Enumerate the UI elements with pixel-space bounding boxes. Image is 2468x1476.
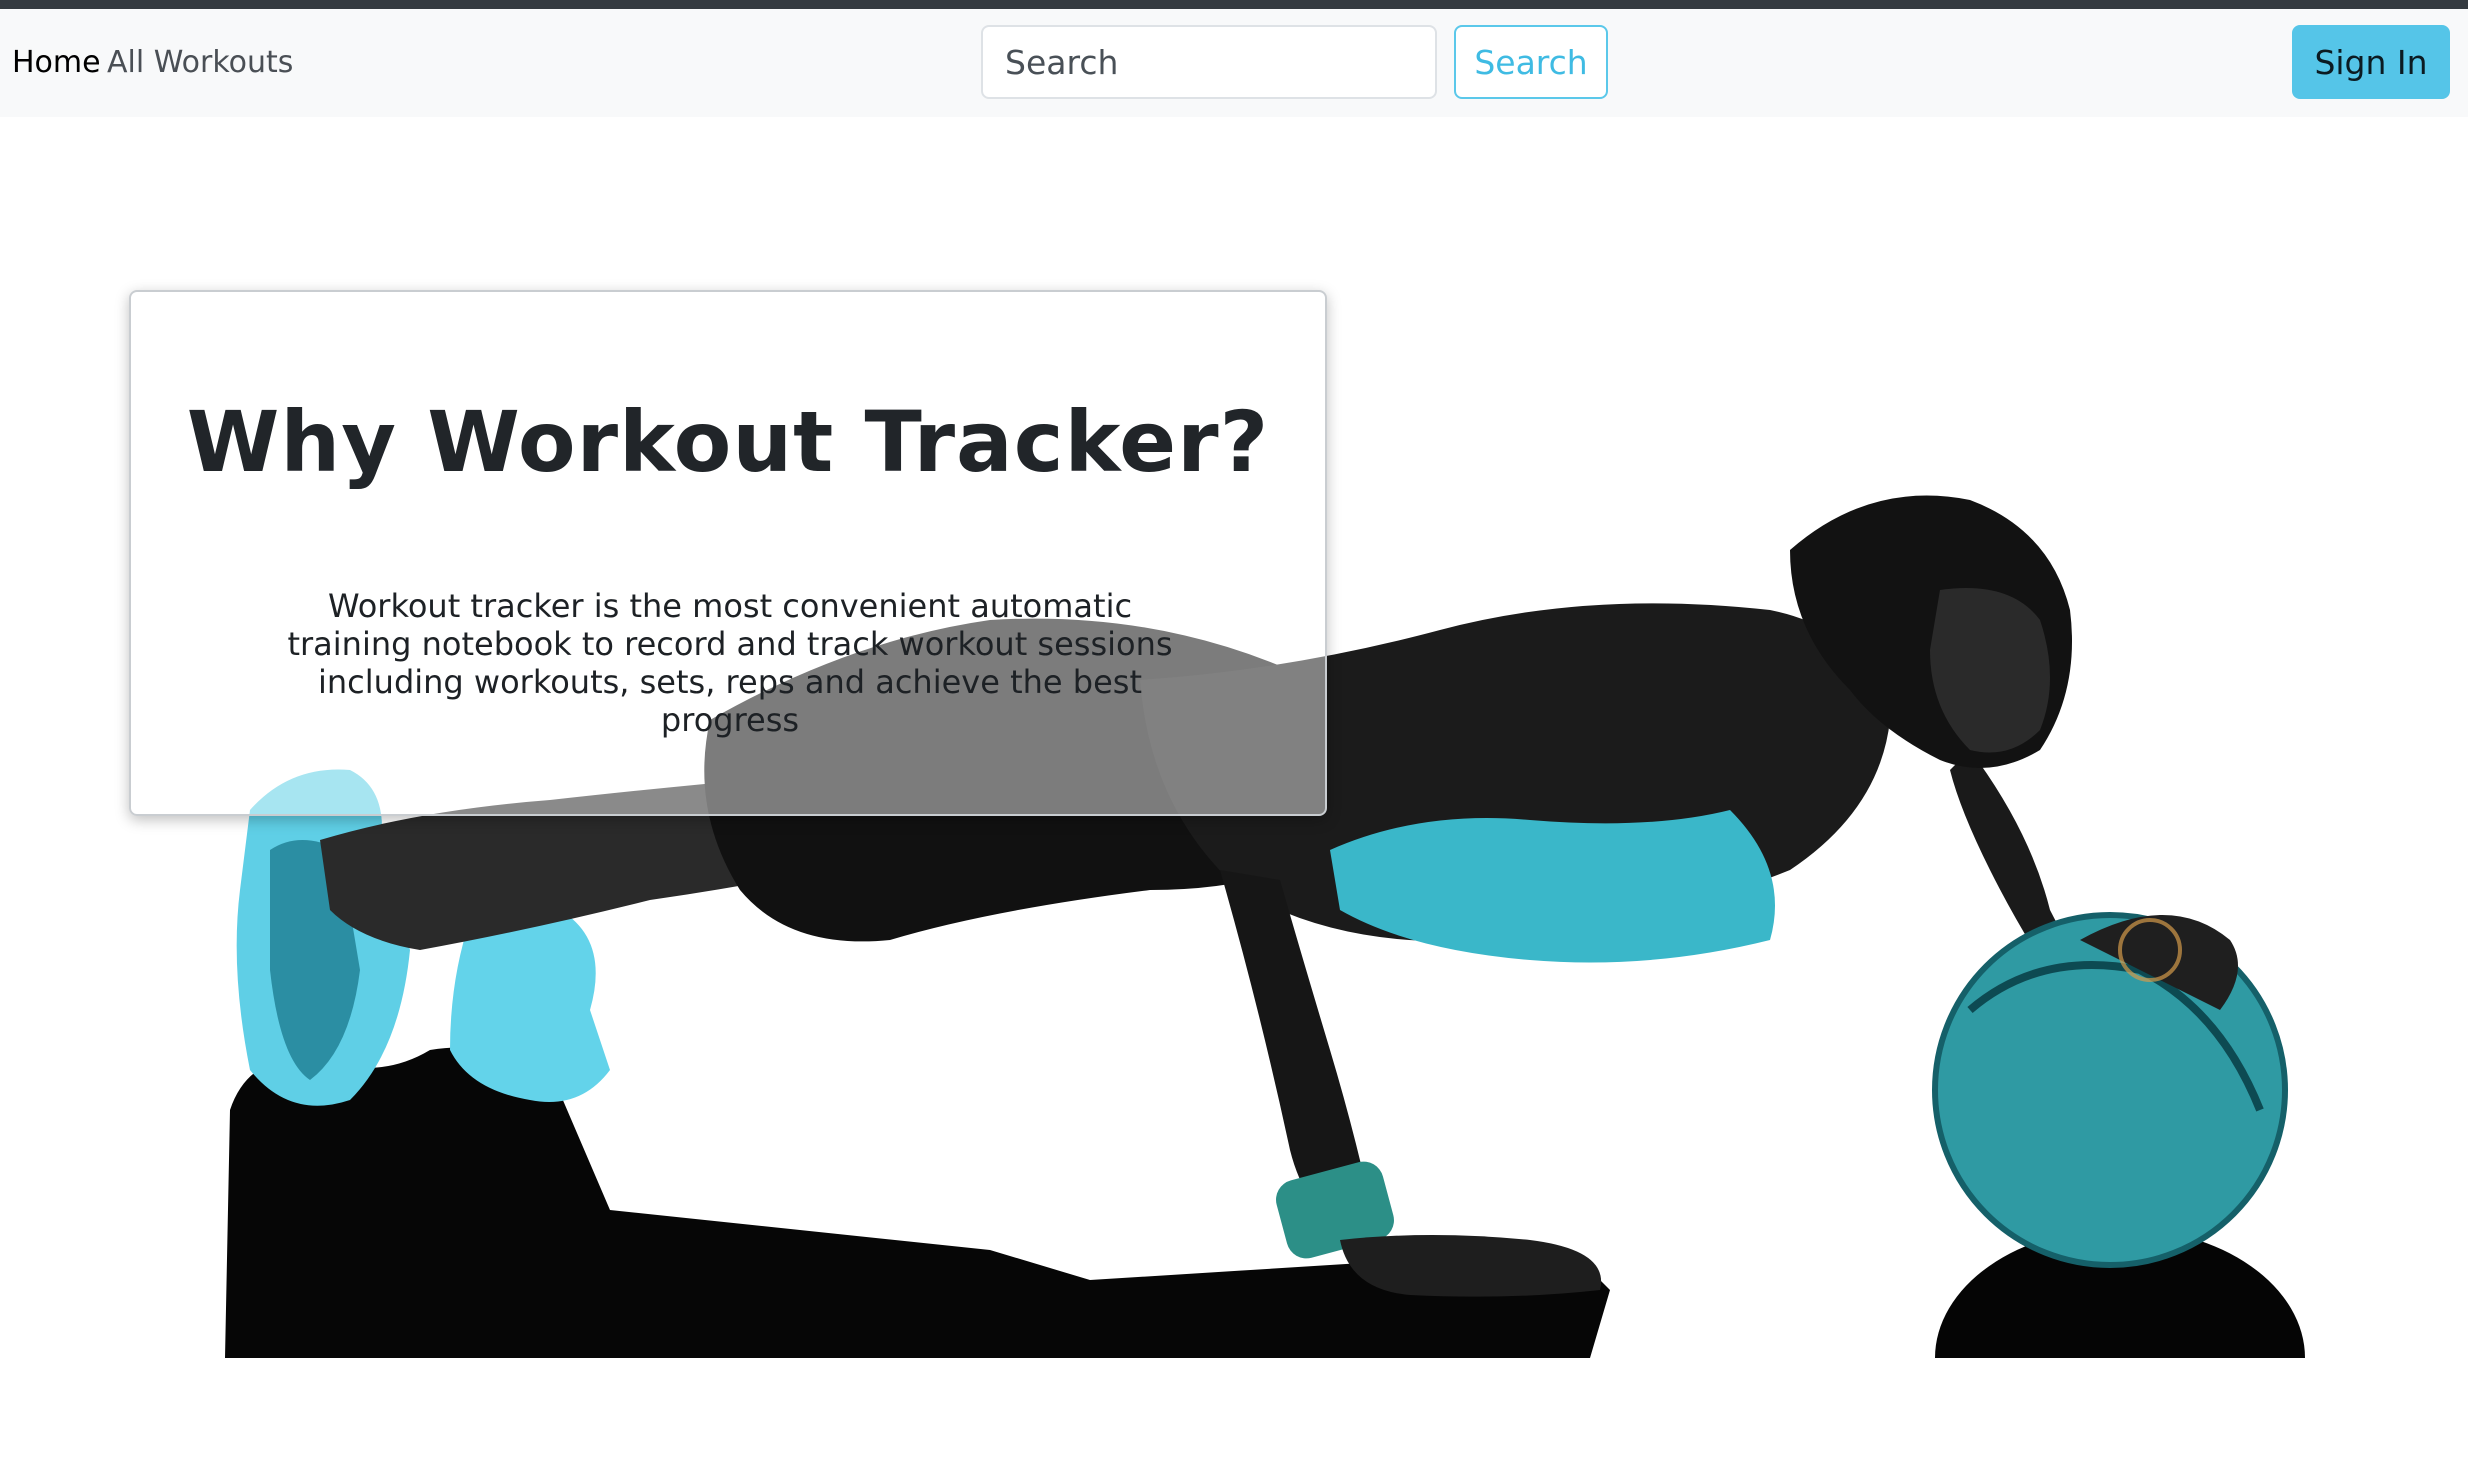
nav-link-home[interactable]: Home [12, 45, 101, 81]
top-strip [0, 0, 2468, 9]
search-button[interactable]: Search [1454, 25, 1608, 99]
hand-left [1340, 1235, 1602, 1297]
sports-bra [1330, 810, 1775, 963]
card-description: Workout tracker is the most convenient a… [287, 587, 1173, 739]
card-title: Why Workout Tracker? [186, 393, 1270, 491]
floor-shadow [225, 1047, 1610, 1358]
intro-card: Why Workout Tracker? Workout tracker is … [129, 290, 1327, 816]
sign-in-button[interactable]: Sign In [2292, 25, 2450, 99]
navbar: Home All Workouts Search Sign In [0, 9, 2468, 117]
nav-link-all-workouts[interactable]: All Workouts [107, 45, 293, 81]
search-input[interactable] [981, 25, 1437, 99]
